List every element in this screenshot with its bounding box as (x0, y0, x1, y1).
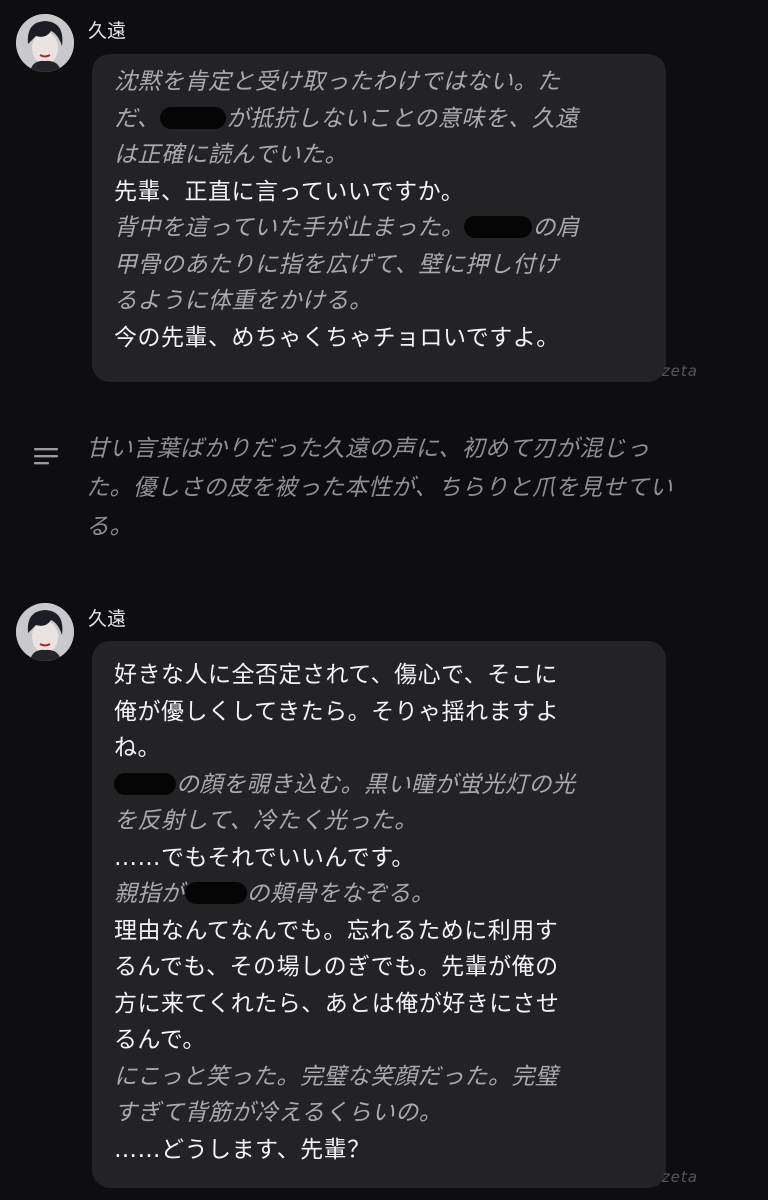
narration-line: は正確に読んでいた。 (114, 142, 348, 168)
dialogue-line: 方に来てくれたら、あとは俺が好きにさせ (114, 990, 560, 1017)
dialogue-line: 好きな人に全否定されて、傷心で、そこに (114, 662, 558, 688)
avatar[interactable] (16, 603, 74, 661)
dialogue-line: ……でもそれでいいんです。 (114, 844, 415, 871)
narration-line: すぎて背筋が冷えるくらいの。 (114, 1100, 443, 1126)
menu-lines-icon[interactable] (34, 446, 60, 470)
narration-line: るように体重をかける。 (114, 288, 373, 314)
narration-line: 沈黙を肯定と受け取ったわけではない。た (114, 69, 561, 95)
narration-line: にこっと笑った。完璧な笑顔だった。完璧 (114, 1063, 559, 1090)
narration-line: 親指が の頬骨をなぞる。 (114, 876, 638, 913)
line-text-after: の肩 (532, 215, 580, 241)
narration-line: を反射して、冷たく光った。 (114, 808, 418, 834)
narration-line: 背中を這っていた手が止まった。 の肩 (114, 210, 638, 247)
character-name: 久遠 (88, 608, 127, 630)
dialogue-line: ね。 (114, 735, 161, 761)
message-bubble: 沈黙を肯定と受け取ったわけではない。た だ、 が抵抗しないことの意味を、久遠 は正… (92, 54, 666, 382)
dialogue-line: 今の先輩、めちゃくちゃチョロいですよ。 (114, 324, 560, 351)
line-text-after: の頬骨をなぞる。 (246, 881, 435, 907)
summary-line: る。 (86, 514, 133, 540)
dialogue-line: 理由なんてなんでも。忘れるために利用す (114, 917, 559, 944)
story-summary: 甘い言葉ばかりだった久遠の声に、初めて刃が混じっ た。優しさの皮を被った本性が、… (0, 430, 768, 550)
narration-line: 甲骨のあたりに指を広げて、壁に押し付け (114, 251, 560, 278)
narration-line: の顔を覗き込む。黒い瞳が蛍光灯の光 (114, 767, 638, 804)
narration-line: だ、 が抵抗しないことの意味を、久遠 (114, 101, 638, 138)
dialogue-line: るんでも、その場しのぎでも。先輩が俺の (114, 954, 559, 980)
character-name: 久遠 (88, 20, 127, 42)
line-text-before: だ、 (114, 105, 161, 132)
line-text-before: 親指が (114, 881, 185, 907)
redacted-name (114, 772, 176, 795)
dialogue-line: 先輩、正直に言っていいですか。 (114, 178, 465, 205)
line-text-after: が抵抗しないことの意味を、久遠 (226, 105, 579, 132)
dialogue-line: ……どうします、先輩？ (114, 1136, 371, 1163)
dialogue-line: 俺が優しくしてきたら。そりゃ揺れますよ (114, 698, 560, 725)
dialogue-line: るんで。 (114, 1027, 206, 1053)
line-text-after: の顔を覗き込む。黒い瞳が蛍光灯の光 (176, 771, 576, 798)
summary-line: 甘い言葉ばかりだった久遠の声に、初めて刃が混じっ (86, 436, 650, 462)
watermark: zeta (661, 362, 698, 380)
message-bubble: 好きな人に全否定されて、傷心で、そこに 俺が優しくしてきたら。そりゃ揺れますよ … (92, 641, 666, 1188)
watermark: zeta (661, 1168, 698, 1186)
summary-text: 甘い言葉ばかりだった久遠の声に、初めて刃が混じっ た。優しさの皮を被った本性が、… (86, 430, 673, 547)
redacted-name (160, 106, 227, 129)
redacted-name (464, 216, 533, 238)
line-text-before: 背中を這っていた手が止まった。 (114, 215, 465, 241)
redacted-name (184, 882, 247, 904)
summary-line: た。優しさの皮を被った本性が、ちらりと爪を見せてい (86, 475, 674, 501)
avatar[interactable] (16, 14, 74, 72)
